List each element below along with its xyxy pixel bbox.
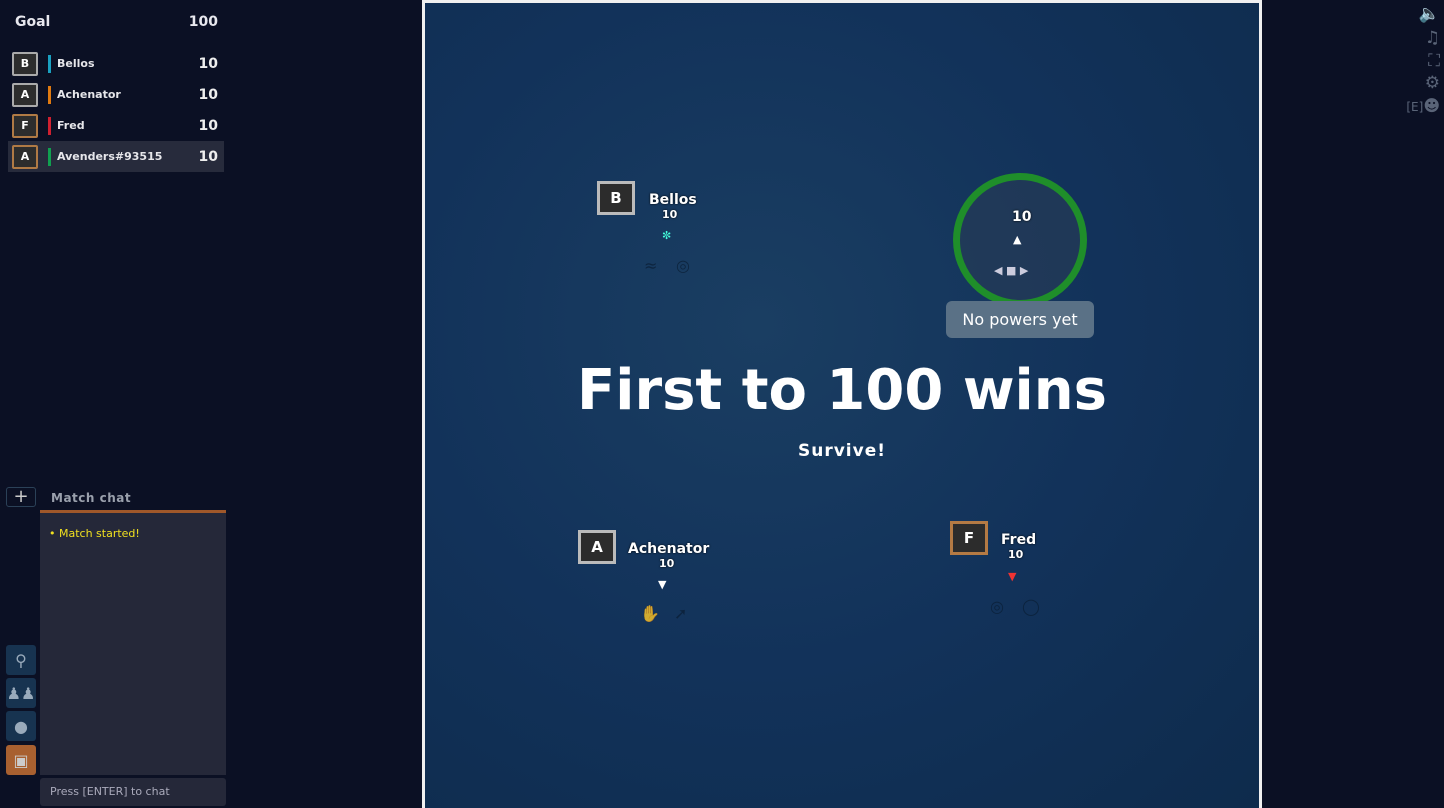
player-avatar: B [12,51,38,76]
player-avatar: B [597,181,635,215]
fullscreen-icon[interactable]: ⛶ [1428,51,1440,71]
power-icon: ◎ [676,256,690,275]
power-icon: ◯ [1022,597,1040,616]
player-score: 10 [1008,548,1024,561]
powers-tooltip: No powers yet [946,301,1094,338]
globe-icon: ● [14,716,28,736]
player-score: 10 [662,208,678,221]
arrow-keys-hint-icon: ◀ ■ ▶ [994,264,1029,277]
emote-icon: ☻ [1423,96,1440,115]
leaderboard-row: B Bellos 10 [8,48,224,79]
match-subtitle: Survive! [797,441,886,461]
player-color-bar [48,85,51,104]
leaderboard-row: F Fred 10 [8,110,224,141]
player-name: Achenator [628,541,710,557]
search-button[interactable]: ⚲ [6,645,36,675]
search-icon: ⚲ [15,650,27,670]
add-chat-button[interactable]: + [6,487,36,507]
friends-icon: ♟♟ [6,683,36,703]
goal-value: 100 [188,14,218,30]
music-icon[interactable]: ♫ [1425,28,1440,48]
chat-tab[interactable]: Match chat [51,491,131,505]
chat-input[interactable]: Press [ENTER] to chat [40,778,226,806]
friends-button[interactable]: ♟♟ [6,678,36,708]
player-color-bar [48,147,51,166]
power-icon: ≈ [644,256,658,275]
player-score: 10 [659,557,675,570]
ship-icon: ▼ [658,578,667,591]
leaderboard: B Bellos 10 A Achenator 10 F Fred 10 A Avenders… [8,48,224,172]
gamepad-icon: ▣ [13,750,29,770]
ship-icon: ✼ [662,229,672,242]
player-name: Bellos [649,192,697,208]
player-color-bar [48,116,51,135]
leaderboard-row: A Achenator 10 [8,79,224,110]
self-score: 10 [1012,209,1032,225]
goal-header: Goal 100 [15,14,218,30]
chat-log: • Match started! [40,510,226,775]
player-name: Fred [1001,532,1037,548]
globe-button[interactable]: ● [6,711,36,741]
player-score: 10 [198,117,218,134]
player-score: 10 [198,55,218,72]
player-avatar: F [950,521,988,555]
player-name: Achenator [57,88,121,101]
player-avatar: F [12,113,38,138]
match-goal-title: First to 100 wins [577,358,1107,423]
player-score: 10 [198,148,218,165]
player-avatar: A [578,530,616,564]
player-name: Avenders#93515 [57,150,163,163]
self-ship-icon: ▲ [1013,233,1022,246]
player-score: 10 [198,86,218,103]
player-name: Fred [57,119,85,132]
power-icon: ➚ [674,604,688,623]
settings-icon[interactable]: ⚙ [1425,73,1440,93]
goal-label: Goal [15,14,51,30]
emote-button[interactable]: [E]☻ [1406,96,1440,115]
player-avatar: A [12,82,38,107]
emote-key-label: [E] [1406,100,1424,114]
ship-icon: ▼ [1008,570,1017,583]
volume-icon[interactable]: 🔈 [1419,4,1440,24]
game-button[interactable]: ▣ [6,745,36,775]
player-name: Bellos [57,57,95,70]
power-icon: ◎ [990,597,1004,616]
power-icon: ✋ [640,604,660,623]
leaderboard-row-self: A Avenders#93515 10 [8,141,224,172]
player-avatar: A [12,144,38,169]
chat-message: • Match started! [49,527,140,540]
player-color-bar [48,54,51,73]
